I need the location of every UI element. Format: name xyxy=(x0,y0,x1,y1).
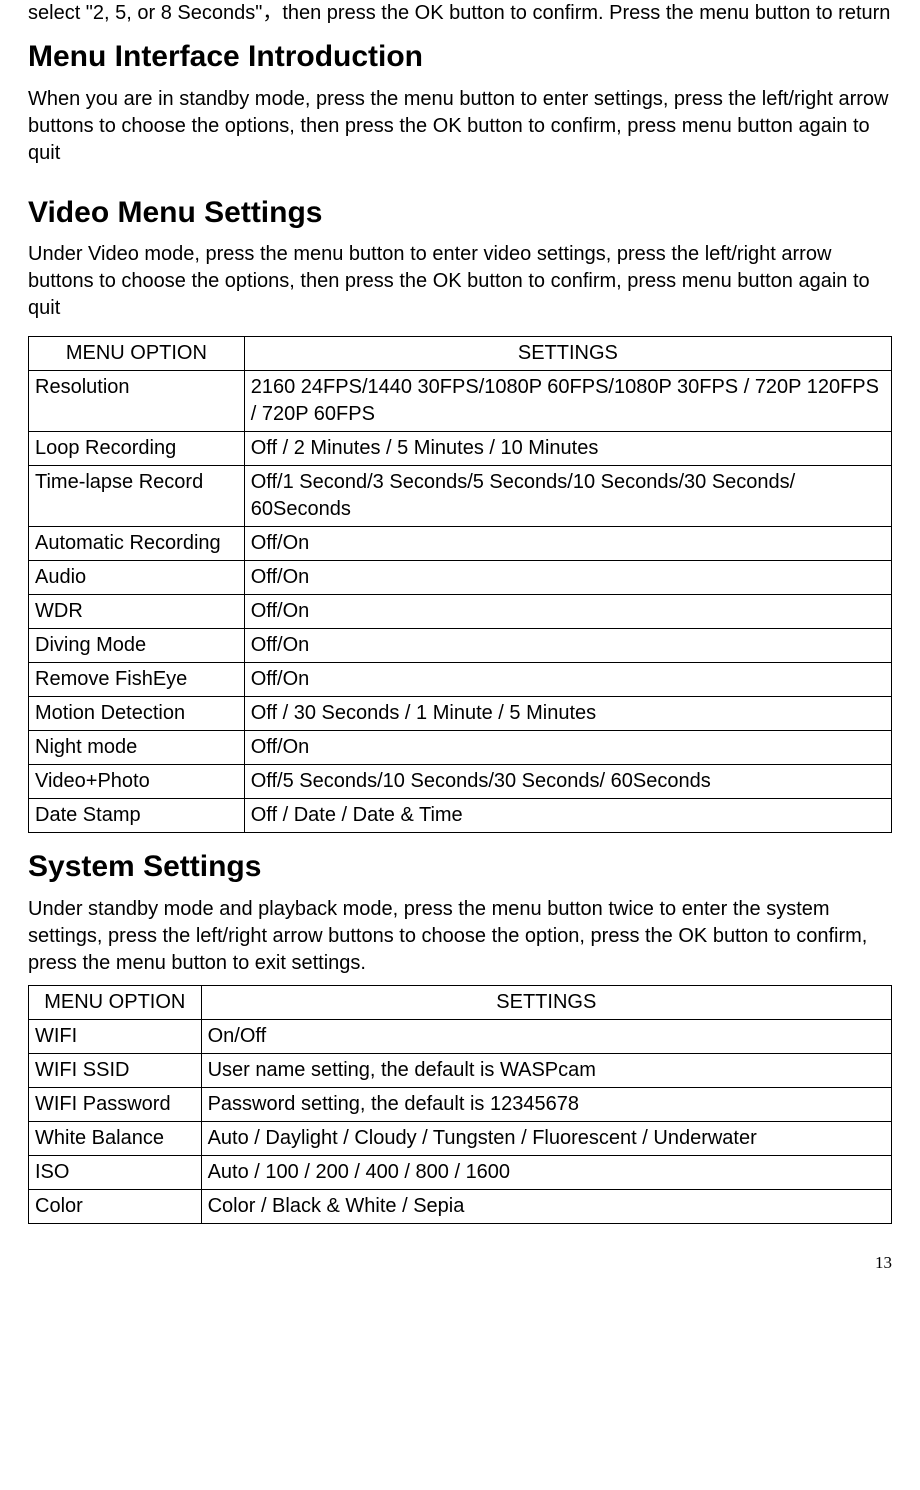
table-cell: Off/On xyxy=(244,527,891,561)
table-cell: Video+Photo xyxy=(29,765,245,799)
table-cell: ISO xyxy=(29,1155,202,1189)
table-cell: User name setting, the default is WASPca… xyxy=(201,1053,891,1087)
table-row: WIFI PasswordPassword setting, the defau… xyxy=(29,1087,892,1121)
table-cell: Password setting, the default is 1234567… xyxy=(201,1087,891,1121)
table-header: MENU OPTION xyxy=(29,337,245,371)
table-row: Resolution2160 24FPS/1440 30FPS/1080P 60… xyxy=(29,371,892,432)
table-cell: On/Off xyxy=(201,1019,891,1053)
table-cell: WDR xyxy=(29,595,245,629)
table-cell: WIFI xyxy=(29,1019,202,1053)
table-cell: Motion Detection xyxy=(29,697,245,731)
table-header: SETTINGS xyxy=(244,337,891,371)
table-cell: Diving Mode xyxy=(29,629,245,663)
table-cell: Audio xyxy=(29,561,245,595)
table-cell: 2160 24FPS/1440 30FPS/1080P 60FPS/1080P … xyxy=(244,371,891,432)
page-number: 13 xyxy=(28,1252,892,1275)
table-cell: Loop Recording xyxy=(29,432,245,466)
table-cell: Night mode xyxy=(29,731,245,765)
table-row: AudioOff/On xyxy=(29,561,892,595)
table-cell: Off / 2 Minutes / 5 Minutes / 10 Minutes xyxy=(244,432,891,466)
table-row: Time-lapse RecordOff/1 Second/3 Seconds/… xyxy=(29,466,892,527)
table-row: Video+PhotoOff/5 Seconds/10 Seconds/30 S… xyxy=(29,765,892,799)
intro-text: select "2, 5, or 8 Seconds"，then press t… xyxy=(28,0,892,27)
table-cell: Off/1 Second/3 Seconds/5 Seconds/10 Seco… xyxy=(244,466,891,527)
table-row: Date StampOff / Date / Date & Time xyxy=(29,799,892,833)
heading-video-menu: Video Menu Settings xyxy=(28,193,892,234)
table-row: ISOAuto / 100 / 200 / 400 / 800 / 1600 xyxy=(29,1155,892,1189)
table-row: Remove FishEyeOff/On xyxy=(29,663,892,697)
table-row: White BalanceAuto / Daylight / Cloudy / … xyxy=(29,1121,892,1155)
table-header: SETTINGS xyxy=(201,985,891,1019)
table-row: Diving ModeOff/On xyxy=(29,629,892,663)
table-cell: Off/On xyxy=(244,561,891,595)
table-cell: White Balance xyxy=(29,1121,202,1155)
table-row: WIFIOn/Off xyxy=(29,1019,892,1053)
table-cell: Auto / Daylight / Cloudy / Tungsten / Fl… xyxy=(201,1121,891,1155)
table-cell: WIFI SSID xyxy=(29,1053,202,1087)
table-cell: Date Stamp xyxy=(29,799,245,833)
table-cell: Off/On xyxy=(244,595,891,629)
table-header: MENU OPTION xyxy=(29,985,202,1019)
table-row: Loop RecordingOff / 2 Minutes / 5 Minute… xyxy=(29,432,892,466)
body-menu-interface: When you are in standby mode, press the … xyxy=(28,86,892,167)
table-cell: Off/On xyxy=(244,731,891,765)
system-settings-table: MENU OPTION SETTINGS WIFIOn/OffWIFI SSID… xyxy=(28,985,892,1224)
table-row: Night modeOff/On xyxy=(29,731,892,765)
table-cell: Off / 30 Seconds / 1 Minute / 5 Minutes xyxy=(244,697,891,731)
video-settings-table: MENU OPTION SETTINGS Resolution2160 24FP… xyxy=(28,336,892,833)
body-video-menu: Under Video mode, press the menu button … xyxy=(28,241,892,322)
table-row: WDROff/On xyxy=(29,595,892,629)
table-row: ColorColor / Black & White / Sepia xyxy=(29,1189,892,1223)
table-cell: Remove FishEye xyxy=(29,663,245,697)
table-cell: Auto / 100 / 200 / 400 / 800 / 1600 xyxy=(201,1155,891,1189)
table-cell: Color xyxy=(29,1189,202,1223)
heading-system-settings: System Settings xyxy=(28,847,892,888)
table-cell: Off/5 Seconds/10 Seconds/30 Seconds/ 60S… xyxy=(244,765,891,799)
table-cell: Off / Date / Date & Time xyxy=(244,799,891,833)
table-cell: Off/On xyxy=(244,663,891,697)
table-cell: Color / Black & White / Sepia xyxy=(201,1189,891,1223)
table-cell: Time-lapse Record xyxy=(29,466,245,527)
table-row: Automatic RecordingOff/On xyxy=(29,527,892,561)
table-row: WIFI SSIDUser name setting, the default … xyxy=(29,1053,892,1087)
table-header-row: MENU OPTION SETTINGS xyxy=(29,337,892,371)
table-cell: WIFI Password xyxy=(29,1087,202,1121)
table-cell: Automatic Recording xyxy=(29,527,245,561)
body-system-settings: Under standby mode and playback mode, pr… xyxy=(28,896,892,977)
table-cell: Off/On xyxy=(244,629,891,663)
table-header-row: MENU OPTION SETTINGS xyxy=(29,985,892,1019)
table-cell: Resolution xyxy=(29,371,245,432)
table-row: Motion DetectionOff / 30 Seconds / 1 Min… xyxy=(29,697,892,731)
heading-menu-interface: Menu Interface Introduction xyxy=(28,37,892,78)
